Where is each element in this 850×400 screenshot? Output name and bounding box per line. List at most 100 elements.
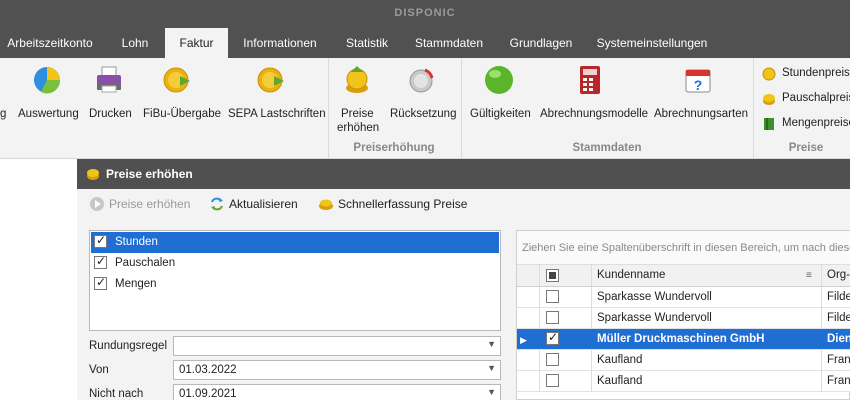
cell-kundenname: Sparkasse Wundervoll (592, 287, 822, 307)
ribbon-separator (461, 58, 462, 158)
checkmark-icon: ✓ (548, 330, 559, 344)
column-header-org[interactable]: Org- (822, 265, 850, 286)
drucken-button[interactable]: Drucken (88, 64, 132, 144)
aktualisieren-button[interactable]: Aktualisieren (209, 196, 299, 214)
tab-systemeinstellungen[interactable]: Systemeinstellungen (594, 28, 710, 58)
ribbon-partial-button[interactable]: g (0, 64, 6, 144)
tab-informationen[interactable]: Informationen (238, 28, 322, 58)
gueltigkeiten-button[interactable]: Gültigkeiten (468, 64, 531, 144)
column-header-label: Kundenname (597, 269, 666, 281)
cell-text: Filde (827, 312, 850, 324)
tab-lohn[interactable]: Lohn (108, 28, 162, 58)
group-preise: Preise (788, 142, 824, 154)
select-all-header[interactable] (540, 265, 592, 286)
customer-grid: Ziehen Sie eine Spaltenüberschrift in di… (516, 230, 850, 400)
coin-reset-icon (409, 68, 434, 93)
table-row[interactable]: Kaufland Fran (517, 350, 850, 371)
cell-text: Kaufland (597, 354, 643, 366)
cell-text: Kaufland (597, 375, 643, 387)
schnellerfassung-preise-label: Schnellerfassung Preise (338, 197, 468, 211)
coin-export-icon (257, 67, 284, 93)
sepa-lastschriften-button[interactable]: SEPA Lastschriften (226, 64, 326, 144)
preise-erhoehen-button[interactable]: Preise erhöhen (334, 64, 380, 144)
row-checkbox[interactable] (546, 353, 559, 366)
abrechnungsmodelle-button[interactable]: Abrechnungsmodelle (538, 64, 648, 144)
coin-transfer-icon (163, 67, 190, 93)
pauschalpreise-button[interactable]: Pauschalpreise (762, 91, 850, 109)
nicht-nach-value: 01.09.2021 (179, 388, 237, 400)
row-check-cell (540, 308, 592, 328)
list-item[interactable]: ✓ Pauschalen (91, 253, 499, 274)
ruecksetzung-button[interactable]: Rücksetzung (388, 64, 457, 144)
abrechnungsarten-button[interactable]: ? Abrechnungsarten (652, 64, 748, 144)
tab-faktur[interactable]: Faktur (165, 28, 228, 58)
cell-text: Sparkasse Wundervoll (597, 291, 712, 303)
ribbon-separator (753, 58, 754, 158)
ribbon: g Auswertung Drucken FiBu-Übergabe SEPA … (0, 58, 850, 159)
column-header-kundenname[interactable]: Kundenname ≡ (592, 265, 822, 286)
preise-erhoehen-dialog: Preise erhöhen Preise erhöhen Aktualisie… (77, 159, 850, 400)
play-icon (90, 197, 104, 211)
cell-kundenname: Kaufland (592, 350, 822, 370)
table-row[interactable]: ▶ ✓ Müller Druckmaschinen GmbH Dien (517, 329, 850, 350)
row-checkbox[interactable] (546, 374, 559, 387)
table-row[interactable]: Kaufland Fran (517, 371, 850, 392)
list-item-label: Pauschalen (115, 257, 176, 269)
group-panel[interactable]: Ziehen Sie eine Spaltenüberschrift in di… (517, 231, 850, 265)
checkbox[interactable]: ✓ (94, 254, 107, 269)
list-item[interactable]: ✓ Stunden (91, 232, 499, 253)
row-indicator (517, 371, 540, 391)
table-row[interactable]: Sparkasse Wundervoll Filde (517, 308, 850, 329)
row-checkbox[interactable] (546, 311, 559, 324)
stundenpreise-button[interactable]: Stundenpreise (762, 66, 850, 84)
checkmark-icon: ✓ (96, 233, 107, 247)
list-item-label: Mengen (115, 278, 157, 290)
table-row[interactable]: Sparkasse Wundervoll Filde (517, 287, 850, 308)
preise-erhoehen-label-1: Preise (341, 108, 374, 120)
ribbon-partial-label: g (0, 108, 7, 120)
mengenpreise-button[interactable]: Mengenpreise (762, 116, 850, 134)
select-all-checkbox[interactable] (546, 269, 559, 282)
filter-icon[interactable]: ≡ (806, 270, 812, 281)
tab-statistik[interactable]: Statistik (338, 28, 396, 58)
sepa-lastschriften-label: SEPA Lastschriften (228, 108, 326, 120)
von-date-field[interactable]: 01.03.2022 ▼ (173, 360, 501, 380)
menu-bar: Arbeitszeitkonto Lohn Faktur Information… (0, 28, 850, 58)
checkbox[interactable]: ✓ (94, 275, 107, 290)
tab-grundlagen[interactable]: Grundlagen (502, 28, 580, 58)
row-checkbox[interactable]: ✓ (546, 330, 559, 345)
price-type-list: ✓ Stunden ✓ Pauschalen ✓ Mengen (89, 230, 501, 331)
schnellerfassung-preise-button[interactable]: Schnellerfassung Preise (318, 196, 468, 214)
row-checkbox[interactable] (546, 290, 559, 303)
row-check-cell (540, 371, 592, 391)
tab-stammdaten[interactable]: Stammdaten (412, 28, 486, 58)
dropdown-arrow-icon: ▼ (487, 387, 496, 397)
cell-text: Dien (827, 333, 850, 345)
cell-text: Filde (827, 291, 850, 303)
cell-text: Müller Druckmaschinen GmbH (597, 333, 765, 345)
gueltigkeiten-label: Gültigkeiten (470, 108, 531, 120)
calendar-question-icon: ? (685, 69, 711, 93)
abrechnungsarten-label: Abrechnungsarten (654, 108, 748, 120)
fibu-uebergabe-button[interactable]: FiBu-Übergabe (140, 64, 221, 144)
drucken-label: Drucken (89, 108, 132, 120)
ruecksetzung-label: Rücksetzung (390, 108, 457, 120)
dialog-title: Preise erhöhen (106, 167, 193, 181)
cell-text: Sparkasse Wundervoll (597, 312, 712, 324)
dialog-title-bar: Preise erhöhen (77, 159, 850, 189)
auswertung-button[interactable]: Auswertung (16, 64, 79, 144)
tab-arbeitszeitkonto[interactable]: Arbeitszeitkonto (0, 28, 100, 58)
preise-erhoehen-label-2: erhöhen (337, 122, 380, 134)
preise-erhoehen-toolbar-button[interactable]: Preise erhöhen (89, 196, 190, 214)
printer-icon (97, 66, 121, 93)
checkbox[interactable]: ✓ (94, 233, 107, 248)
cell-kundenname: Sparkasse Wundervoll (592, 308, 822, 328)
list-item[interactable]: ✓ Mengen (91, 274, 499, 295)
cell-org: Filde (822, 287, 850, 307)
indeterminate-icon (549, 272, 556, 279)
rundungsregel-select[interactable]: ▼ (173, 336, 501, 356)
group-preiserhoehung: Preiserhöhung (353, 142, 435, 154)
auswertung-label: Auswertung (18, 108, 79, 120)
cell-kundenname: Kaufland (592, 371, 822, 391)
nicht-nach-date-field[interactable]: 01.09.2021 ▼ (173, 384, 501, 400)
